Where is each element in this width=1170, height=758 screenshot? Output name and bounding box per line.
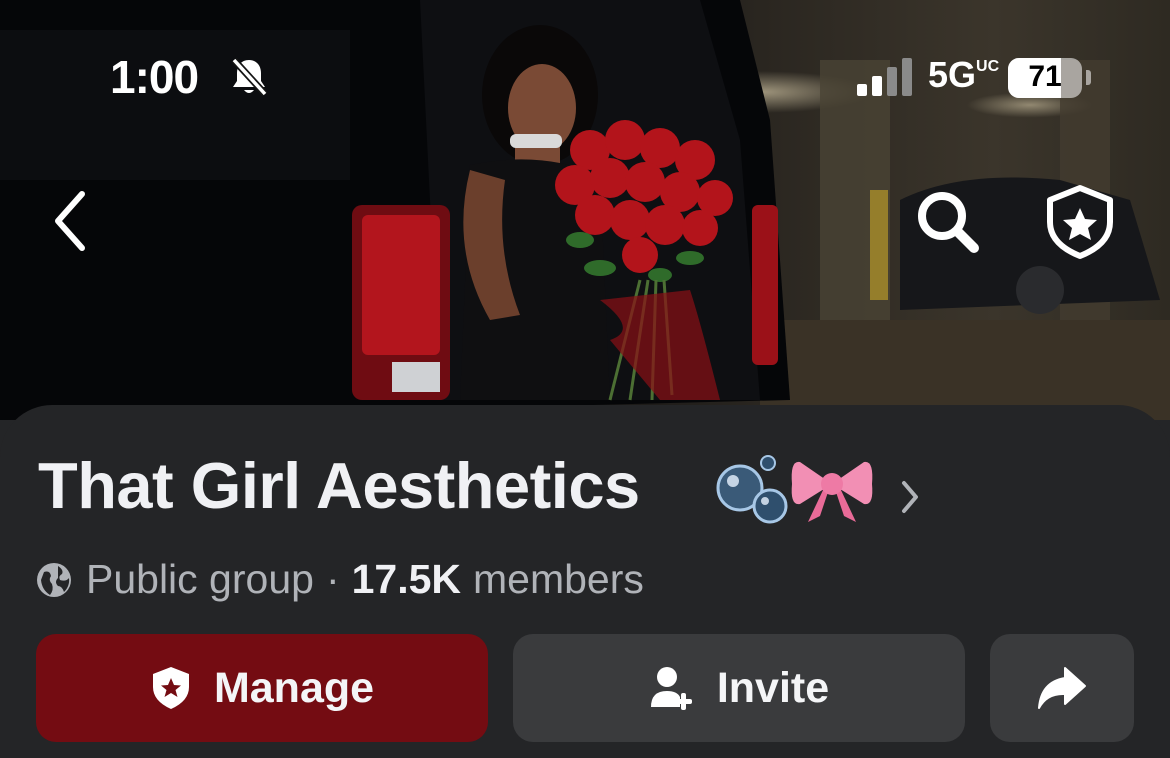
member-label[interactable]: members — [473, 556, 644, 603]
add-person-icon — [650, 667, 692, 710]
invite-label: Invite — [716, 663, 830, 712]
status-time: 1:00 — [110, 51, 199, 103]
manage-label: Manage — [213, 663, 375, 712]
bubbles-emoji — [716, 455, 788, 524]
chevron-left-icon[interactable] — [48, 186, 98, 256]
invite-button[interactable]: Invite — [513, 634, 965, 742]
ribbon-bow-emoji — [791, 461, 873, 522]
meta-separator: · — [325, 556, 340, 602]
chevron-right-icon[interactable] — [900, 480, 920, 514]
battery-nub — [1086, 70, 1091, 85]
search-icon[interactable] — [912, 186, 984, 258]
battery-icon: 71 — [1008, 58, 1082, 98]
network-indicator: 5GUC — [928, 54, 1000, 95]
globe-icon — [37, 562, 71, 597]
privacy-label: Public group — [86, 556, 314, 602]
shield-star-icon — [152, 667, 189, 709]
shield-star-icon[interactable] — [1044, 184, 1116, 260]
bell-slash-icon — [231, 57, 268, 97]
battery-percent: 71 — [1028, 60, 1062, 93]
share-button[interactable] — [990, 634, 1134, 742]
signal-icon — [857, 58, 912, 96]
group-name[interactable]: That Girl Aesthetics — [38, 448, 640, 523]
share-arrow-icon — [1038, 667, 1086, 709]
manage-button[interactable]: Manage — [36, 634, 488, 742]
group-meta: Public group · 17.5K members — [36, 556, 644, 603]
member-count[interactable]: 17.5K — [352, 556, 461, 603]
group-name-emoji — [716, 455, 873, 524]
